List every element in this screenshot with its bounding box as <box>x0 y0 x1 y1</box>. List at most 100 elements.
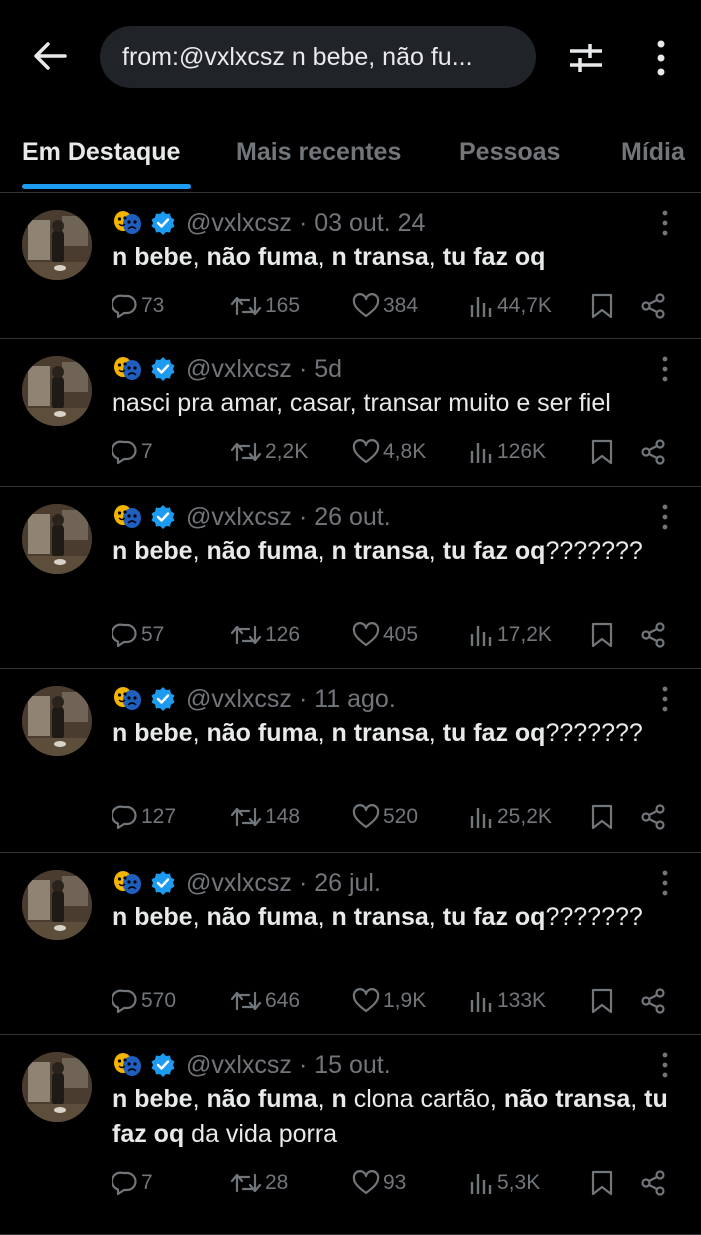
reply-button[interactable]: 7 <box>112 436 153 468</box>
tweet-date[interactable]: · 11 ago. <box>299 685 396 714</box>
views-button[interactable]: 44,7K <box>468 290 552 322</box>
tweet-more-icon[interactable] <box>652 868 678 898</box>
tweet-header: @vxlxcsz · 26 out. <box>112 502 391 532</box>
tweet-more-icon[interactable] <box>652 354 678 384</box>
tweet-text: n bebe, não fuma, n transa, tu faz oq???… <box>112 534 682 569</box>
share-icon <box>639 803 670 831</box>
avatar[interactable] <box>22 686 92 756</box>
tweet-text-segment: , <box>192 243 207 271</box>
tweet-handle[interactable]: @vxlxcsz <box>186 355 292 384</box>
like-button[interactable]: 405 <box>352 619 418 651</box>
performing-arts-emoji-icon <box>112 355 142 383</box>
share-button[interactable] <box>639 290 670 322</box>
tweet-item[interactable]: @vxlxcsz · 03 out. 24 n bebe, não fuma, n … <box>0 193 701 339</box>
views-button[interactable]: 126K <box>468 436 546 468</box>
tweet-text-segment: n transa <box>331 537 429 565</box>
share-button[interactable] <box>639 1167 670 1199</box>
tweet-handle[interactable]: @vxlxcsz <box>186 685 292 714</box>
bookmark-button[interactable] <box>590 619 617 651</box>
tweet-text: n bebe, não fuma, n clona cartão, não tr… <box>112 1082 682 1152</box>
bookmark-button[interactable] <box>590 985 617 1017</box>
tweet-handle[interactable]: @vxlxcsz <box>186 209 292 238</box>
bookmark-button[interactable] <box>590 801 617 833</box>
tweet-item[interactable]: @vxlxcsz · 15 out. n bebe, não fuma, n clo… <box>0 1035 701 1235</box>
tweet-header: @vxlxcsz · 5d <box>112 354 342 384</box>
views-button[interactable]: 17,2K <box>468 619 552 651</box>
share-icon <box>639 621 670 649</box>
reply-button[interactable]: 127 <box>112 801 176 833</box>
tweet-handle[interactable]: @vxlxcsz <box>186 1051 292 1080</box>
like-button[interactable]: 4,8K <box>352 436 426 468</box>
retweet-button[interactable]: 126 <box>230 619 300 651</box>
search-input[interactable]: from:@vxlxcsz n bebe, não fu... <box>100 26 536 88</box>
tweet-more-icon[interactable] <box>652 1050 678 1080</box>
tweet-more-icon[interactable] <box>652 502 678 532</box>
reply-button[interactable]: 73 <box>112 290 164 322</box>
tab-mais-recentes[interactable]: Mais recentes <box>236 138 401 167</box>
tab-midia[interactable]: Mídia <box>621 138 685 167</box>
tweet-text: n bebe, não fuma, n transa, tu faz oq???… <box>112 716 682 751</box>
avatar[interactable] <box>22 504 92 574</box>
bookmark-icon <box>590 987 617 1015</box>
tweet-handle[interactable]: @vxlxcsz <box>186 869 292 898</box>
share-icon <box>639 292 670 320</box>
like-button[interactable]: 520 <box>352 801 418 833</box>
retweet-button[interactable]: 2,2K <box>230 436 308 468</box>
tweet-text-segment: não fuma <box>206 719 318 747</box>
bookmark-button[interactable] <box>590 1167 617 1199</box>
avatar[interactable] <box>22 356 92 426</box>
reply-icon <box>112 804 141 830</box>
retweet-button[interactable]: 148 <box>230 801 300 833</box>
tweet-item[interactable]: @vxlxcsz · 26 jul. n bebe, não fuma, n tra… <box>0 853 701 1035</box>
bookmark-button[interactable] <box>590 290 617 322</box>
tweet-date[interactable]: · 5d <box>299 355 342 384</box>
more-options-button[interactable] <box>646 38 676 78</box>
views-chart-icon <box>468 1170 497 1196</box>
tab-em-destaque[interactable]: Em Destaque <box>22 138 180 167</box>
tweet-handle[interactable]: @vxlxcsz <box>186 503 292 532</box>
tweet-date[interactable]: · 26 out. <box>299 503 391 532</box>
retweet-button[interactable]: 646 <box>230 985 300 1017</box>
heart-icon <box>352 439 383 465</box>
tweet-date[interactable]: · 15 out. <box>299 1051 391 1080</box>
filter-button[interactable] <box>566 38 606 78</box>
bookmark-button[interactable] <box>590 436 617 468</box>
retweet-button[interactable]: 28 <box>230 1167 288 1199</box>
retweet-button[interactable]: 165 <box>230 290 300 322</box>
like-button[interactable]: 93 <box>352 1167 406 1199</box>
avatar[interactable] <box>22 1052 92 1122</box>
active-tab-indicator <box>22 184 191 189</box>
share-button[interactable] <box>639 801 670 833</box>
share-button[interactable] <box>639 985 670 1017</box>
tweet-item[interactable]: @vxlxcsz · 11 ago. n bebe, não fuma, n tra… <box>0 669 701 853</box>
like-button[interactable]: 384 <box>352 290 418 322</box>
share-icon <box>639 987 670 1015</box>
tweet-more-icon[interactable] <box>652 208 678 238</box>
avatar[interactable] <box>22 210 92 280</box>
tweet-text-segment: n transa <box>331 243 429 271</box>
tweet-actions: 57 126 405 17,2K <box>112 619 672 651</box>
verified-badge-icon <box>150 210 176 236</box>
tweet-item[interactable]: @vxlxcsz · 5d nasci pra amar, casar, trans… <box>0 339 701 487</box>
reply-button[interactable]: 570 <box>112 985 176 1017</box>
avatar[interactable] <box>22 870 92 940</box>
tweet-date[interactable]: · 26 jul. <box>299 869 381 898</box>
share-button[interactable] <box>639 436 670 468</box>
back-button[interactable] <box>30 36 70 76</box>
views-button[interactable]: 133K <box>468 985 546 1017</box>
tab-pessoas[interactable]: Pessoas <box>459 138 560 167</box>
like-button[interactable]: 1,9K <box>352 985 426 1017</box>
reply-button[interactable]: 57 <box>112 619 164 651</box>
share-button[interactable] <box>639 619 670 651</box>
tweet-more-icon[interactable] <box>652 684 678 714</box>
views-button[interactable]: 25,2K <box>468 801 552 833</box>
performing-arts-emoji-icon <box>112 685 142 713</box>
heart-icon <box>352 293 383 319</box>
views-count: 5,3K <box>497 1171 541 1194</box>
tweet-date[interactable]: · 03 out. 24 <box>299 209 425 238</box>
views-button[interactable]: 5,3K <box>468 1167 540 1199</box>
tweet-header: @vxlxcsz · 26 jul. <box>112 868 381 898</box>
reply-button[interactable]: 7 <box>112 1167 153 1199</box>
tweet-item[interactable]: @vxlxcsz · 26 out. n bebe, não fuma, n tra… <box>0 487 701 669</box>
arrow-left-icon <box>34 42 67 70</box>
